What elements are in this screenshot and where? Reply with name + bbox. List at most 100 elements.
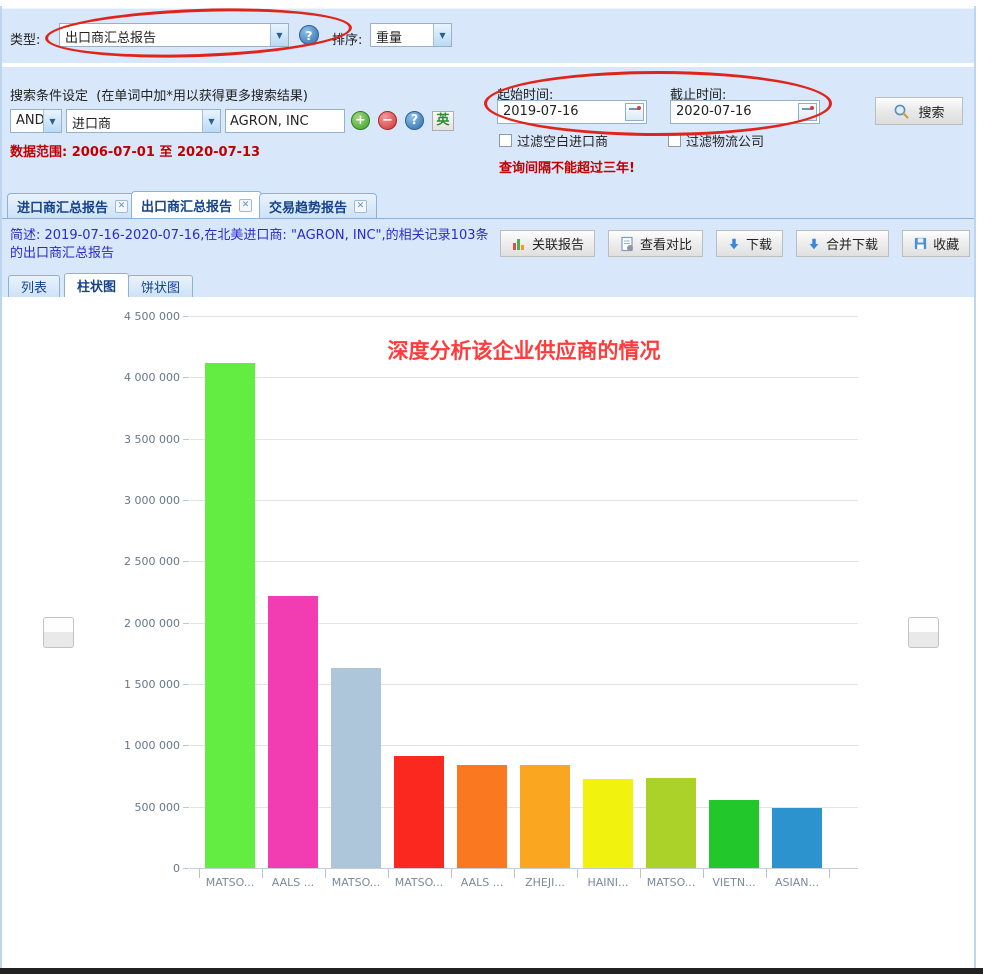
help-icon[interactable]: ? [299, 25, 319, 45]
calendar-icon[interactable] [625, 103, 644, 121]
report-summary-bar: 简述: 2019-07-16-2020-07-16,在北美进口商: "AGRON… [2, 219, 974, 272]
y-axis-tick [183, 623, 189, 624]
tab-list-view[interactable]: 列表 [8, 275, 60, 297]
chevron-down-icon[interactable]: ▼ [433, 24, 451, 46]
bar-chart-plot: 0500 0001 000 0001 500 0002 000 0002 500… [2, 297, 974, 968]
related-report-button[interactable]: 关联报告 [500, 230, 595, 257]
sort-label: 排序: [332, 29, 362, 48]
app-window: 类型: 出口商汇总报告 ▼ ? 排序: 重量 ▼ 搜索条件设定 (在单词中加*用… [0, 0, 983, 974]
sort-value: 重量 [371, 24, 433, 46]
save-disk-icon [913, 236, 928, 251]
chart-bar[interactable] [583, 779, 633, 868]
chart-bar[interactable] [394, 756, 444, 868]
y-axis-label: 1 500 000 [90, 678, 180, 691]
filter-logistics-label: 过滤物流公司 [686, 131, 764, 150]
x-axis-category-label: VIETN... [703, 876, 766, 889]
sort-select[interactable]: 重量 ▼ [370, 23, 452, 47]
report-type-select[interactable]: 出口商汇总报告 ▼ [59, 23, 289, 47]
start-date-value: 2019-07-16 [498, 101, 623, 123]
y-axis-label: 1 000 000 [90, 739, 180, 752]
tab-bar-chart-view[interactable]: 柱状图 [64, 273, 129, 297]
view-tabbar: 列表 柱状图 饼状图 [2, 272, 974, 297]
filter-logistics-row: 过滤物流公司 [668, 131, 764, 150]
search-conditions-title: 搜索条件设定 (在单词中加*用以获得更多搜索结果) [10, 85, 308, 104]
y-axis-label: 500 000 [90, 801, 180, 814]
chart-bar[interactable] [646, 778, 696, 868]
bool-operator-select[interactable]: AND ▼ [10, 109, 62, 133]
download-button[interactable]: 下载 [716, 230, 783, 257]
filter-blank-importer-checkbox[interactable] [499, 134, 512, 147]
chart-bar[interactable] [709, 800, 759, 868]
interval-warning: 查询间隔不能超过三年! [499, 157, 635, 176]
y-axis-tick [183, 745, 189, 746]
bar-chart-icon [511, 236, 527, 252]
y-axis-tick [183, 868, 189, 869]
y-axis-tick [183, 316, 189, 317]
chart-bar[interactable] [205, 363, 255, 868]
keyword-input[interactable] [225, 109, 345, 133]
x-axis-category-label: MATSO... [325, 876, 388, 889]
search-field-value: 进口商 [67, 110, 202, 132]
bool-operator-value: AND [11, 110, 43, 132]
tab-trade-trend-report[interactable]: 交易趋势报告 ✕ [259, 193, 377, 218]
search-button-label: 搜索 [918, 102, 944, 121]
chart-bar[interactable] [520, 765, 570, 868]
y-axis-tick [183, 500, 189, 501]
favorite-button[interactable]: 收藏 [902, 230, 970, 257]
end-date-value: 2020-07-16 [671, 101, 796, 123]
type-label: 类型: [10, 29, 40, 48]
gridline [190, 377, 858, 378]
search-conditions-panel: 搜索条件设定 (在单词中加*用以获得更多搜索结果) AND ▼ 进口商 ▼ + … [2, 67, 974, 191]
chevron-down-icon[interactable]: ▼ [270, 24, 288, 46]
x-axis-category-label: AALS ... [262, 876, 325, 889]
start-date-input[interactable]: 2019-07-16 [497, 100, 647, 124]
x-axis-category-label: MATSO... [640, 876, 703, 889]
chevron-down-icon[interactable]: ▼ [202, 110, 220, 132]
chart-bar[interactable] [268, 596, 318, 868]
report-tabbar: 进口商汇总报告 ✕ 出口商汇总报告 ✕ 交易趋势报告 ✕ [2, 191, 974, 219]
x-axis-category-label: ZHEJI... [514, 876, 577, 889]
merge-download-button[interactable]: 合并下载 [796, 230, 889, 257]
remove-condition-icon[interactable]: − [378, 111, 397, 130]
tab-pie-chart-view[interactable]: 饼状图 [128, 275, 193, 297]
y-axis-label: 3 000 000 [90, 494, 180, 507]
view-comparison-button[interactable]: 查看对比 [608, 230, 703, 257]
search-field-select[interactable]: 进口商 ▼ [66, 109, 221, 133]
chevron-down-icon[interactable]: ▼ [43, 110, 61, 132]
add-condition-icon[interactable]: + [351, 111, 370, 130]
chart-bar[interactable] [772, 808, 822, 868]
chart-bar[interactable] [457, 765, 507, 868]
x-axis-line [190, 868, 858, 869]
y-axis-label: 2 500 000 [90, 555, 180, 568]
download-arrow-icon [807, 237, 821, 251]
window-bottom-edge [0, 968, 983, 974]
report-type-toolbar: 类型: 出口商汇总报告 ▼ ? 排序: 重量 ▼ [2, 8, 974, 63]
scroll-right-button[interactable] [908, 617, 939, 648]
search-button[interactable]: 搜索 [875, 97, 963, 125]
x-axis-category-label: AALS ... [451, 876, 514, 889]
language-toggle-button[interactable]: 英 [432, 111, 454, 131]
gridline [190, 439, 858, 440]
close-icon[interactable]: ✕ [354, 200, 367, 213]
gridline [190, 561, 858, 562]
y-axis-tick [183, 439, 189, 440]
chart-bar[interactable] [331, 668, 381, 868]
report-summary-text: 简述: 2019-07-16-2020-07-16,在北美进口商: "AGRON… [10, 227, 492, 263]
document-icon [619, 236, 635, 252]
tab-exporter-summary-report[interactable]: 出口商汇总报告 ✕ [131, 191, 262, 218]
filter-logistics-checkbox[interactable] [668, 134, 681, 147]
end-date-input[interactable]: 2020-07-16 [670, 100, 820, 124]
close-icon[interactable]: ✕ [239, 199, 252, 212]
scroll-left-button[interactable] [43, 617, 74, 648]
y-axis-tick [183, 377, 189, 378]
help-icon[interactable]: ? [405, 111, 424, 130]
y-axis-label: 0 [90, 862, 180, 875]
filter-blank-importer-label: 过滤空白进口商 [517, 131, 608, 150]
tab-importer-summary-report[interactable]: 进口商汇总报告 ✕ [7, 193, 138, 218]
y-axis-label: 3 500 000 [90, 433, 180, 446]
calendar-icon[interactable] [798, 103, 817, 121]
x-axis-tick [829, 869, 830, 878]
close-icon[interactable]: ✕ [115, 200, 128, 213]
y-axis-tick [183, 684, 189, 685]
data-range-notice: 数据范围: 2006-07-01 至 2020-07-13 [10, 141, 260, 160]
